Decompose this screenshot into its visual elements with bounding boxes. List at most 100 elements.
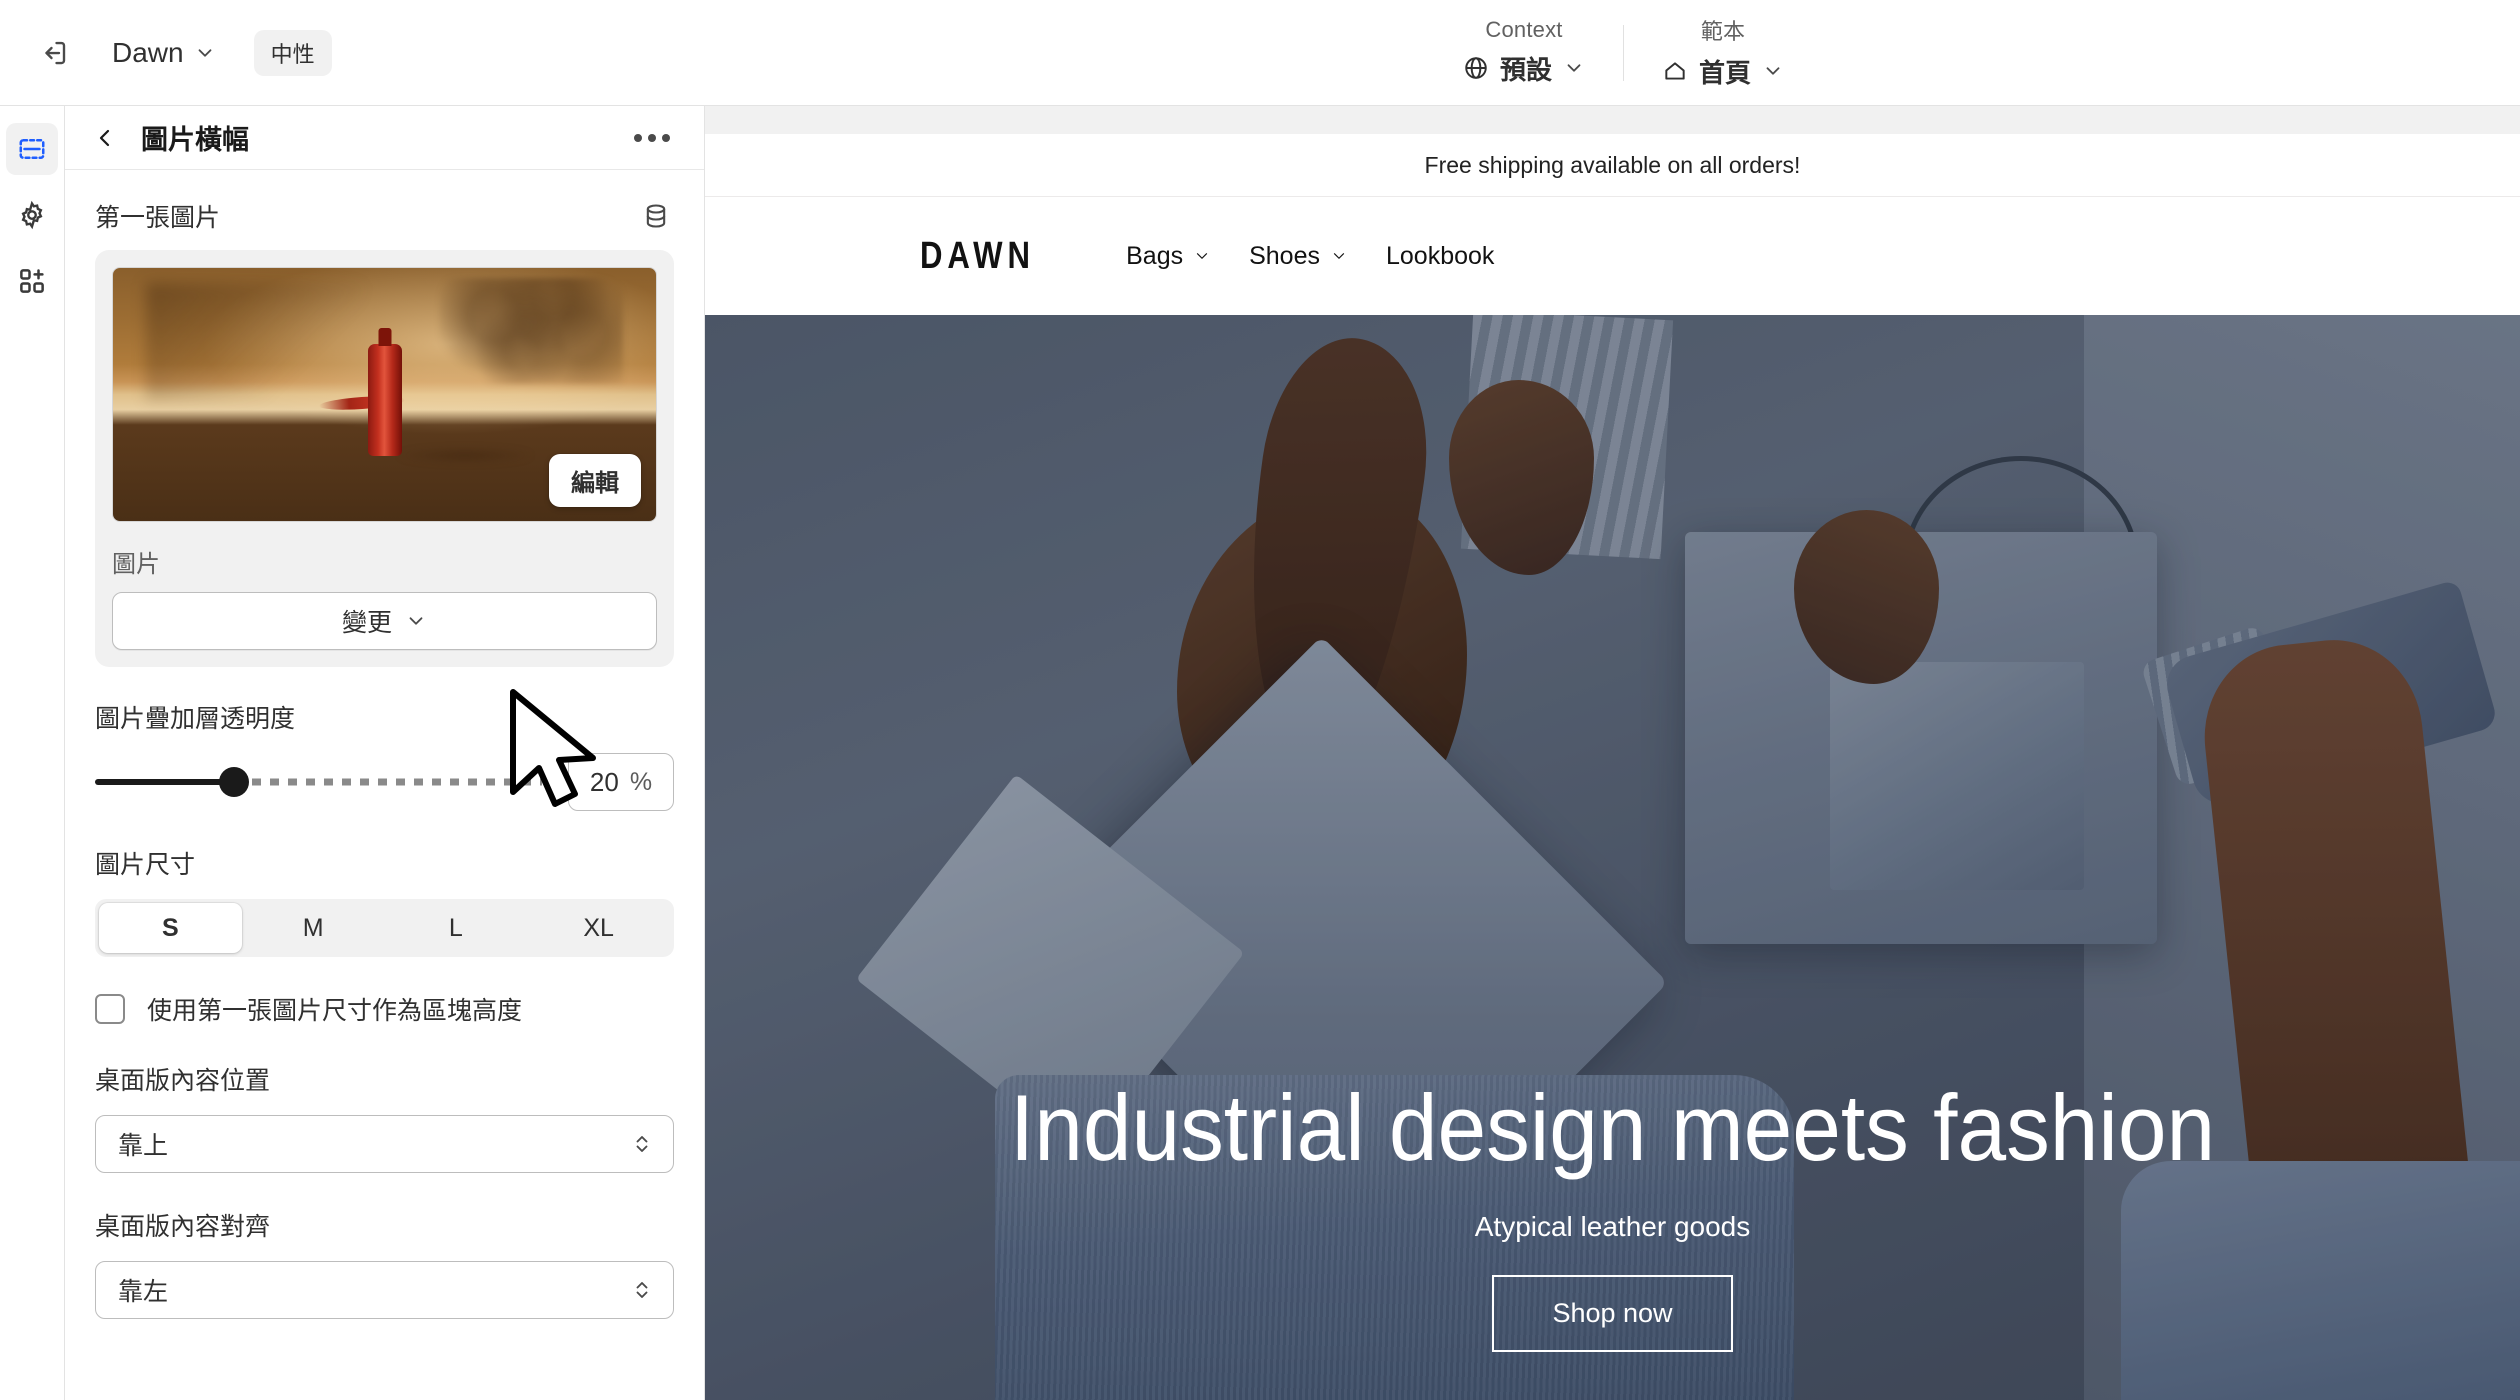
overlay-opacity-row: 20 %	[95, 753, 674, 811]
image-size-label: 圖片尺寸	[95, 851, 196, 879]
use-first-image-height-row[interactable]: 使用第一張圖片尺寸作為區塊高度	[95, 991, 674, 1027]
hero-heading: Industrial design meets fashion	[1009, 1075, 2216, 1180]
theme-badge: 中性	[253, 29, 332, 76]
nav-item-label: Lookbook	[1385, 241, 1495, 270]
change-image-button[interactable]: 變更	[112, 592, 657, 650]
overlay-opacity-group: 圖片疊加層透明度 20 %	[95, 699, 674, 811]
image-thumbnail[interactable]: 編輯	[112, 267, 657, 522]
page-title: 圖片橫幅	[141, 125, 249, 155]
panel-more-button[interactable]	[626, 124, 678, 152]
panel-body: 第一張圖片 編輯 圖片 變更 圖片疊加層透明度 20 % 圖片尺寸 S M L …	[65, 170, 704, 1319]
overlay-opacity-value: 20	[589, 766, 619, 797]
top-bar: Dawn 中性 Context 預設 範本 首頁	[0, 0, 2520, 106]
image-size-option-l[interactable]: L	[385, 903, 528, 953]
desktop-content-position-select[interactable]: 靠上	[95, 1115, 674, 1173]
panel-back-button[interactable]	[87, 120, 123, 156]
exit-editor-button[interactable]	[26, 25, 82, 81]
template-label: 範本	[1700, 18, 1746, 44]
nav-item-label: Bags	[1126, 241, 1184, 270]
desktop-content-alignment-value: 靠左	[118, 1278, 169, 1306]
store-logo[interactable]: DAWN	[920, 235, 1035, 278]
theme-name: Dawn	[112, 36, 184, 68]
first-image-label-row: 第一張圖片	[95, 198, 674, 234]
image-size-option-s[interactable]: S	[99, 903, 242, 953]
image-size-group: 圖片尺寸 S M L XL	[95, 845, 674, 957]
store-header: DAWN Bags Shoes Lookbook	[705, 197, 2520, 315]
image-field-label: 圖片	[112, 551, 160, 578]
context-value: 預設	[1500, 54, 1553, 85]
nav-item-bags[interactable]: Bags	[1126, 242, 1211, 271]
chevron-down-icon	[1766, 67, 1780, 75]
change-image-label: 變更	[341, 609, 392, 637]
rail-item-settings[interactable]	[6, 189, 58, 241]
slider-filled-track	[95, 779, 234, 785]
thumbnail-shadow	[145, 283, 363, 400]
nav-item-lookbook[interactable]: Lookbook	[1386, 242, 1494, 271]
desktop-content-position-group: 桌面版內容位置 靠上	[95, 1061, 674, 1173]
top-bar-left: Dawn 中性	[0, 25, 332, 81]
gear-icon	[21, 200, 43, 230]
preview-canvas: Free shipping available on all orders! D…	[705, 106, 2520, 1400]
storefront-preview[interactable]: Free shipping available on all orders! D…	[705, 134, 2520, 1400]
left-icon-rail	[0, 106, 65, 1400]
overlay-opacity-input[interactable]: 20 %	[568, 753, 674, 811]
desktop-content-alignment-group: 桌面版內容對齊 靠左	[95, 1207, 674, 1319]
context-label: Context	[1485, 16, 1563, 42]
desktop-content-alignment-label: 桌面版內容對齊	[95, 1213, 271, 1241]
apps-add-icon	[20, 269, 44, 293]
slider-remaining-track	[233, 778, 542, 786]
ellipsis-icon	[662, 133, 670, 142]
use-first-image-height-checkbox[interactable]	[95, 994, 125, 1024]
theme-selector[interactable]: Dawn	[104, 31, 224, 75]
edit-image-button[interactable]: 編輯	[549, 454, 641, 507]
image-size-segmented-control: S M L XL	[95, 899, 674, 957]
ellipsis-icon	[634, 133, 642, 142]
template-selector[interactable]: 首頁	[1654, 50, 1792, 93]
overlay-opacity-unit: %	[629, 767, 653, 796]
settings-panel: 圖片橫幅 第一張圖片 編輯 圖片 變更 圖片疊加層透明度 20 % 圖片尺寸 S…	[65, 106, 705, 1400]
store-navigation: Bags Shoes Lookbook	[1126, 242, 1494, 271]
announcement-text: Free shipping available on all orders!	[1424, 151, 1801, 178]
thumbnail-leaf-shadow	[438, 278, 624, 385]
chevron-updown-icon	[636, 1282, 648, 1298]
thumbnail-bottle	[367, 343, 402, 456]
rail-item-apps[interactable]	[6, 255, 58, 307]
first-image-label: 第一張圖片	[95, 204, 221, 232]
database-icon	[646, 204, 666, 228]
panel-header: 圖片橫幅	[65, 106, 704, 170]
rail-item-sections[interactable]	[6, 123, 58, 175]
chevron-updown-icon	[636, 1136, 648, 1152]
slider-handle[interactable]	[218, 767, 249, 797]
overlay-opacity-label: 圖片疊加層透明度	[95, 705, 296, 733]
nav-item-label: Shoes	[1249, 241, 1320, 270]
exit-icon	[45, 41, 66, 64]
desktop-content-position-label: 桌面版內容位置	[95, 1067, 271, 1095]
thumbnail-bottle-shadow	[395, 447, 536, 463]
top-bar-center: Context 預設 範本 首頁	[1425, 0, 1822, 106]
desktop-content-alignment-select[interactable]: 靠左	[95, 1261, 674, 1319]
image-size-option-xl[interactable]: XL	[527, 903, 670, 953]
nav-item-shoes[interactable]: Shoes	[1249, 242, 1348, 271]
template-value: 首頁	[1699, 57, 1752, 88]
chevron-down-icon	[1567, 64, 1581, 72]
image-banner-section[interactable]: Industrial design meets fashion Atypical…	[705, 315, 2520, 1400]
context-group: Context 預設	[1425, 17, 1623, 90]
overlay-opacity-slider[interactable]	[95, 767, 542, 797]
announcement-bar[interactable]: Free shipping available on all orders!	[705, 134, 2520, 197]
hero-subheading: Atypical leather goods	[1474, 1211, 1751, 1242]
first-image-card: 編輯 圖片 變更	[95, 250, 674, 667]
globe-icon	[1465, 57, 1487, 79]
image-size-option-m[interactable]: M	[242, 903, 385, 953]
context-selector[interactable]: 預設	[1455, 47, 1593, 90]
shop-now-button[interactable]: Shop now	[1492, 1275, 1733, 1352]
chevron-down-icon	[1333, 253, 1345, 259]
dynamic-source-button[interactable]	[638, 198, 674, 234]
sections-icon	[19, 139, 45, 159]
desktop-content-position-value: 靠上	[118, 1132, 169, 1160]
chevron-down-icon	[1196, 253, 1208, 259]
home-icon	[1665, 62, 1685, 80]
hero-content: Industrial design meets fashion Atypical…	[705, 1081, 2520, 1352]
ellipsis-icon	[648, 133, 656, 142]
chevron-down-icon	[409, 617, 423, 625]
chevron-left-icon	[99, 129, 110, 146]
